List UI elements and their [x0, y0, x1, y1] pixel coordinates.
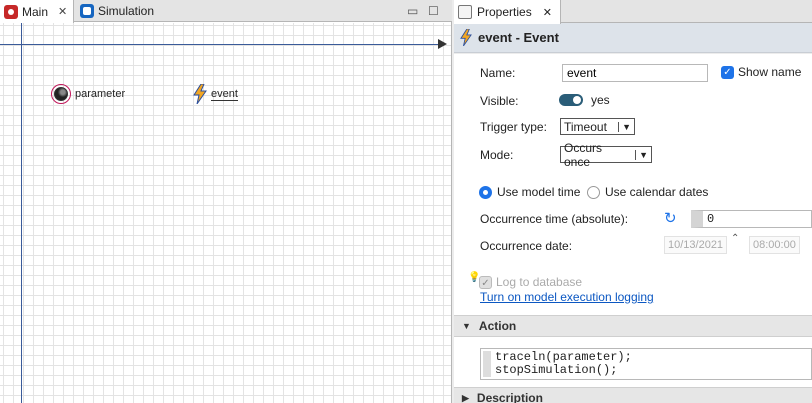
- show-name-checkbox[interactable]: ✓ Show name: [721, 65, 801, 79]
- parameter-element[interactable]: parameter: [51, 84, 125, 104]
- chevron-down-icon: ▼: [618, 121, 631, 132]
- properties-tabbar: Properties ✕: [454, 0, 812, 24]
- mode-select[interactable]: Occurs once ▼: [560, 141, 652, 169]
- minimize-icon[interactable]: ▭: [407, 4, 418, 18]
- tab-properties-label: Properties: [477, 5, 532, 19]
- properties-panel: Properties ✕ event - Event Name: ✓ Show …: [454, 0, 812, 403]
- description-section-header[interactable]: ▶ Description: [454, 387, 812, 403]
- main-icon: [4, 4, 18, 19]
- checkmark-icon: ✓: [721, 65, 734, 79]
- occurrence-date-field[interactable]: 10/13/2021: [664, 236, 728, 254]
- lightning-icon: [460, 29, 472, 46]
- mode-value: Occurs once: [564, 140, 603, 169]
- properties-header: event - Event: [454, 23, 812, 53]
- checkmark-icon: ✓: [479, 275, 492, 289]
- tab-simulation-label: Simulation: [98, 4, 155, 18]
- event-element[interactable]: event: [193, 84, 238, 104]
- visible-value: yes: [591, 93, 610, 107]
- graphical-editor: Main ✕ Simulation ▭ ☐ parameter event: [0, 0, 452, 403]
- maximize-icon[interactable]: ☐: [428, 4, 439, 18]
- tab-main-label: Main: [22, 4, 49, 19]
- description-section-label: Description: [476, 391, 543, 403]
- axis-arrow-icon: [438, 39, 447, 49]
- action-section-header[interactable]: ▼ Action: [454, 315, 812, 337]
- trigger-type-value: Timeout: [564, 119, 607, 134]
- parameter-icon: [51, 84, 71, 104]
- log-to-database-checkbox[interactable]: ✓ Log to database: [479, 275, 582, 289]
- name-label: Name:: [480, 66, 516, 80]
- chevron-right-icon: ▶: [462, 392, 469, 403]
- code-line: stopSimulation();: [495, 363, 618, 377]
- trigger-type-select[interactable]: Timeout ▼: [560, 118, 635, 135]
- radio-selected-icon: [479, 185, 492, 199]
- lightning-icon: [193, 84, 207, 104]
- tab-main[interactable]: Main ✕: [0, 0, 75, 23]
- use-calendar-dates-label: Use calendar dates: [605, 185, 709, 199]
- tab-simulation[interactable]: Simulation: [76, 0, 160, 22]
- log-to-database-label: Log to database: [496, 275, 583, 289]
- close-icon[interactable]: ✕: [543, 6, 552, 19]
- occurrence-time-label: Occurrence time (absolute):: [480, 212, 629, 226]
- dynamic-value-icon[interactable]: ↻: [664, 209, 677, 227]
- toggle-icon: [559, 94, 583, 106]
- properties-icon: [458, 5, 472, 19]
- editor-tabbar: Main ✕ Simulation ▭ ☐: [0, 0, 452, 23]
- occurrence-time-field[interactable]: 0: [691, 210, 812, 228]
- chevron-down-icon: ▼: [635, 149, 648, 160]
- event-label: event: [211, 87, 238, 101]
- simulation-icon: [80, 4, 94, 18]
- trigger-type-label: Trigger type:: [480, 120, 547, 134]
- chevron-down-icon: ▼: [462, 321, 471, 331]
- use-model-time-radio[interactable]: Use model time: [479, 185, 580, 199]
- occurrence-time-of-day-field[interactable]: 08:00:00: [749, 236, 800, 254]
- close-icon[interactable]: ✕: [58, 5, 67, 18]
- occurrence-date-label: Occurrence date:: [480, 239, 573, 253]
- properties-body: Name: ✓ Show name Visible: yes Trigger t…: [454, 54, 812, 403]
- action-code-editor[interactable]: traceln(parameter); stopSimulation();: [480, 348, 812, 380]
- tab-properties[interactable]: Properties ✕: [454, 0, 561, 24]
- action-section-label: Action: [478, 319, 517, 333]
- x-axis-line: [0, 44, 440, 45]
- y-axis-line: [21, 23, 22, 403]
- occurrence-time-value: 0: [707, 212, 715, 226]
- parameter-label: parameter: [75, 88, 126, 100]
- name-field[interactable]: [562, 64, 708, 82]
- visible-label: Visible:: [480, 94, 519, 108]
- execution-logging-link[interactable]: Turn on model execution logging: [480, 290, 654, 304]
- properties-title: event - Event: [478, 30, 559, 45]
- mode-label: Mode:: [480, 148, 514, 162]
- use-model-time-label: Use model time: [497, 185, 581, 199]
- model-canvas[interactable]: parameter event: [0, 23, 451, 403]
- use-calendar-dates-radio[interactable]: Use calendar dates: [587, 185, 708, 199]
- show-name-label: Show name: [738, 65, 802, 79]
- visible-toggle[interactable]: yes: [559, 93, 610, 107]
- date-stepper-icon[interactable]: ⌃: [731, 233, 739, 244]
- radio-unselected-icon: [587, 185, 600, 199]
